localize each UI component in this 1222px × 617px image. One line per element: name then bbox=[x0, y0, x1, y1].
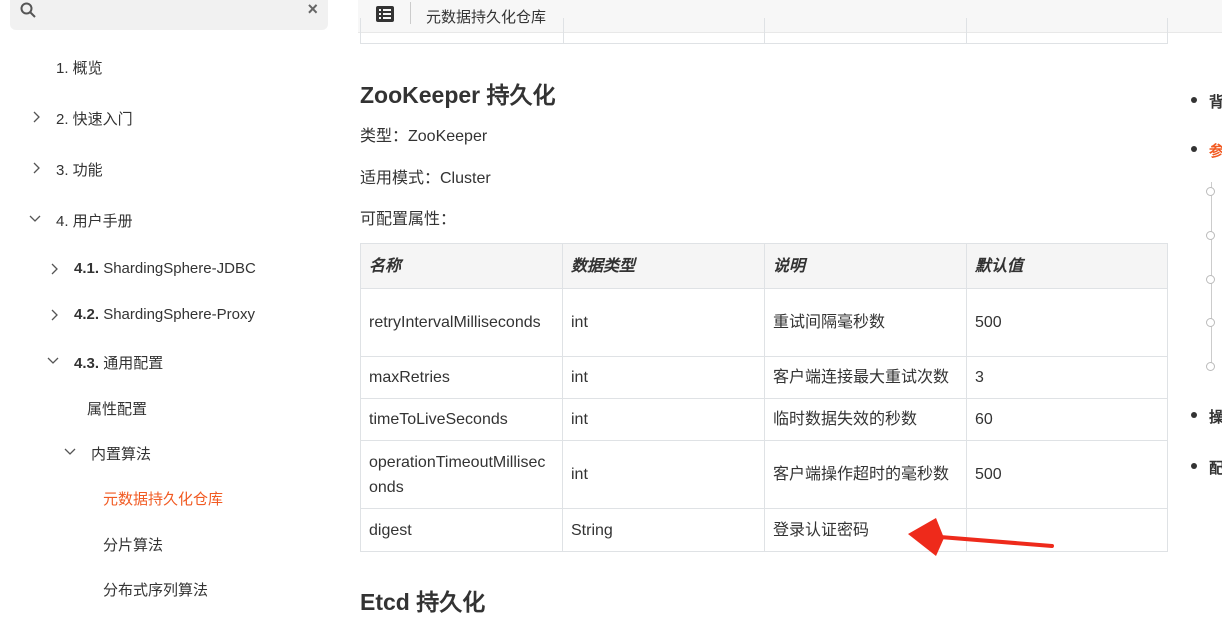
annotation-arrow-icon bbox=[908, 518, 1054, 556]
chevron-down-icon[interactable] bbox=[46, 354, 60, 368]
chevron-down-icon[interactable] bbox=[28, 212, 42, 226]
sidebar-item-keygen-algorithms[interactable]: 分布式序列算法 bbox=[103, 579, 208, 600]
table-cell: 60 bbox=[966, 398, 1168, 441]
table-cell: operationTimeoutMilliseconds bbox=[360, 440, 563, 509]
toc-item[interactable]: 背 bbox=[1209, 91, 1222, 112]
table-row: retryIntervalMilliseconds int 重试间隔毫秒数 50… bbox=[360, 288, 1168, 357]
table-row: maxRetries int 客户端连接最大重试次数 3 bbox=[360, 356, 1168, 399]
table-cell: digest bbox=[360, 508, 563, 552]
table-cell: retryIntervalMilliseconds bbox=[360, 288, 563, 357]
sidebar: × 1. 概览 2. 快速入门 3. 功能 4. 用户手册 4.1. Shard… bbox=[0, 0, 340, 608]
props-line: 可配置属性： bbox=[360, 211, 457, 228]
section-heading-zookeeper: ZooKeeper 持久化 bbox=[360, 82, 556, 108]
type-line: 类型：ZooKeeper bbox=[360, 128, 488, 145]
toc-item-active[interactable]: 参 bbox=[1209, 140, 1222, 161]
table-row: operationTimeoutMilliseconds int 客户端操作超时… bbox=[360, 440, 1168, 509]
sidebar-item-overview[interactable]: 1. 概览 bbox=[56, 57, 103, 78]
sidebar-item-sharding-algorithms[interactable]: 分片算法 bbox=[103, 534, 163, 555]
table-cell: 客户端连接最大重试次数 bbox=[764, 356, 967, 399]
item-number: 4.1. bbox=[74, 260, 100, 277]
sidebar-item-metadata-repository[interactable]: 元数据持久化仓库 bbox=[103, 488, 223, 509]
section-heading-etcd: Etcd 持久化 bbox=[360, 589, 486, 615]
column-header: 名称 bbox=[360, 243, 563, 289]
sidebar-item-props-config[interactable]: 属性配置 bbox=[87, 398, 147, 419]
toc-bullet bbox=[1191, 97, 1197, 103]
chevron-right-icon[interactable] bbox=[48, 262, 62, 276]
item-label: ShardingSphere-JDBC bbox=[103, 260, 256, 277]
chevron-right-icon[interactable] bbox=[48, 308, 62, 322]
sidebar-item-features[interactable]: 3. 功能 bbox=[56, 159, 103, 180]
item-number: 4.3. bbox=[74, 355, 100, 372]
table-header-row: 名称 数据类型 说明 默认值 bbox=[360, 243, 1168, 289]
search-box[interactable]: × bbox=[10, 0, 328, 30]
table-divider bbox=[764, 18, 765, 44]
table-cell: 500 bbox=[966, 440, 1168, 509]
item-number: 4.2. bbox=[74, 306, 100, 323]
previous-table-fragment bbox=[360, 18, 1168, 44]
table-cell: String bbox=[562, 508, 765, 552]
column-header: 说明 bbox=[764, 243, 967, 289]
item-label: 通用配置 bbox=[103, 355, 164, 372]
column-header: 数据类型 bbox=[562, 243, 765, 289]
chevron-down-icon[interactable] bbox=[63, 445, 77, 459]
toc-bullet bbox=[1191, 463, 1197, 469]
sidebar-item-common-config[interactable]: 4.3. 通用配置 bbox=[74, 352, 163, 373]
table-cell: 3 bbox=[966, 356, 1168, 399]
toc-sub-marker bbox=[1206, 275, 1215, 284]
table-cell: int bbox=[562, 288, 765, 357]
sidebar-item-jdbc[interactable]: 4.1. ShardingSphere-JDBC bbox=[74, 260, 256, 277]
table-cell: int bbox=[562, 356, 765, 399]
chevron-right-icon[interactable] bbox=[30, 161, 44, 175]
table-divider bbox=[966, 18, 967, 44]
toc-sub-marker bbox=[1206, 362, 1215, 371]
table-cell: int bbox=[562, 398, 765, 441]
table-cell: 客户端操作超时的毫秒数 bbox=[764, 440, 967, 509]
toc-item[interactable]: 操 bbox=[1209, 406, 1222, 427]
sidebar-item-proxy[interactable]: 4.2. ShardingSphere-Proxy bbox=[74, 306, 255, 323]
toc-sub-marker bbox=[1206, 231, 1215, 240]
table-cell: 临时数据失效的秒数 bbox=[764, 398, 967, 441]
search-icon bbox=[20, 2, 36, 18]
properties-table: 名称 数据类型 说明 默认值 retryIntervalMilliseconds… bbox=[360, 243, 1168, 552]
mode-line: 适用模式：Cluster bbox=[360, 170, 491, 187]
toc-item[interactable]: 配 bbox=[1209, 457, 1222, 478]
table-row: timeToLiveSeconds int 临时数据失效的秒数 60 bbox=[360, 398, 1168, 441]
toc-bullet bbox=[1191, 412, 1197, 418]
sidebar-item-builtin-algorithms[interactable]: 内置算法 bbox=[91, 443, 151, 464]
toc-sub-marker bbox=[1206, 187, 1215, 196]
table-cell: maxRetries bbox=[360, 356, 563, 399]
table-cell: 重试间隔毫秒数 bbox=[764, 288, 967, 357]
table-cell: int bbox=[562, 440, 765, 509]
table-divider bbox=[563, 18, 564, 44]
table-cell: timeToLiveSeconds bbox=[360, 398, 563, 441]
chevron-right-icon[interactable] bbox=[30, 110, 44, 124]
toc-sub-marker bbox=[1206, 318, 1215, 327]
close-icon[interactable]: × bbox=[307, 0, 318, 18]
table-cell: 500 bbox=[966, 288, 1168, 357]
sidebar-item-user-manual[interactable]: 4. 用户手册 bbox=[56, 210, 133, 231]
toc-bullet bbox=[1191, 146, 1197, 152]
column-header: 默认值 bbox=[966, 243, 1168, 289]
item-label: ShardingSphere-Proxy bbox=[103, 306, 255, 323]
sidebar-item-quickstart[interactable]: 2. 快速入门 bbox=[56, 108, 133, 129]
